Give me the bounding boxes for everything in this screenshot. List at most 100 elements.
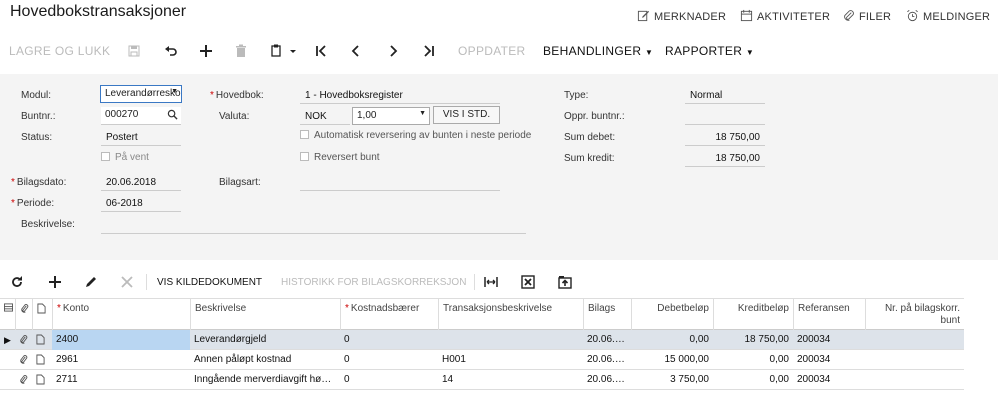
currency-label: Valuta: [219, 111, 250, 122]
currency-code-field[interactable]: NOK [300, 107, 350, 125]
cell-description[interactable]: Annen påløpt kostnad [190, 350, 340, 370]
ledger-label: * Hovedbok: [210, 90, 264, 101]
cell-transaction-description[interactable] [438, 330, 583, 350]
fit-columns-icon[interactable] [484, 275, 498, 289]
cell-reference[interactable]: 200034 [793, 330, 865, 350]
reversed-batch-checkbox[interactable]: Reversert bunt [300, 152, 380, 163]
delete-icon[interactable] [234, 44, 248, 58]
description-field[interactable] [101, 216, 526, 234]
currency-rate-select[interactable]: 1,00 ▼ [352, 107, 430, 125]
column-transaction-description[interactable]: Transaksjonsbeskrivelse [438, 299, 583, 331]
table-row[interactable]: 2711 Inngående merverdiavgift høy sats 0… [0, 370, 964, 390]
first-record-icon[interactable] [314, 44, 328, 58]
cell-cost-center[interactable]: 0 [340, 370, 438, 390]
actions-menu[interactable]: BEHANDLINGER ▼ [543, 44, 653, 58]
checkbox-icon [300, 152, 309, 161]
view-base-button[interactable]: VIS I STD. [433, 106, 500, 124]
cell-description[interactable]: Inngående merverdiavgift høy sats [190, 370, 340, 390]
column-description[interactable]: Beskrivelse [190, 299, 340, 331]
save-close-button[interactable]: LAGRE OG LUKK [9, 44, 110, 58]
previous-record-icon[interactable] [349, 44, 363, 58]
cell-cost-center[interactable]: 0 [340, 350, 438, 370]
main-toolbar: LAGRE OG LUKK OPPDATER BEHANDLINGER ▼ RA… [0, 36, 998, 66]
cell-document[interactable]: 20.06.201 [583, 370, 631, 390]
next-record-icon[interactable] [386, 44, 400, 58]
files-link[interactable]: FILER [842, 9, 891, 25]
ledger-field[interactable]: 1 - Hovedboksregister [300, 86, 500, 104]
attachment-icon[interactable] [15, 370, 32, 390]
notes-link[interactable]: MERKNADER [637, 9, 726, 25]
add-row-icon[interactable] [48, 275, 62, 289]
cell-debit[interactable]: 0,00 [631, 330, 713, 350]
note-icon[interactable] [32, 350, 52, 370]
export-excel-icon[interactable] [521, 275, 535, 289]
cell-transaction-description[interactable]: H001 [438, 350, 583, 370]
delete-row-icon[interactable] [120, 275, 134, 289]
messages-link[interactable]: MELDINGER [906, 9, 990, 25]
on-hold-checkbox[interactable]: På vent [101, 152, 149, 163]
undo-icon[interactable] [164, 44, 178, 58]
column-cost-center[interactable]: * Kostnadsbærer [340, 299, 438, 331]
cell-debit[interactable]: 15 000,00 [631, 350, 713, 370]
module-select[interactable]: Leverandørreskontro ▼ [100, 85, 182, 103]
table-row[interactable]: 2961 Annen påløpt kostnad 0 H001 20.06.2… [0, 350, 964, 370]
correction-history-button[interactable]: HISTORIKK FOR BILAGSKORREKSJON [281, 277, 466, 288]
column-account[interactable]: * Konto [52, 299, 190, 331]
cell-description[interactable]: Leverandørgjeld [190, 330, 340, 350]
doc-type-label: Bilagsart: [219, 177, 261, 188]
row-selector-icon[interactable] [0, 299, 15, 331]
status-label: Status: [21, 132, 53, 143]
attachment-column-icon [15, 299, 32, 331]
debit-total-label: Sum debet: [564, 132, 616, 143]
save-icon[interactable] [127, 44, 141, 58]
search-icon[interactable] [167, 109, 178, 123]
cell-cost-center[interactable]: 0 [340, 330, 438, 350]
activities-link[interactable]: AKTIVITETER [740, 9, 830, 25]
attachment-icon[interactable] [15, 330, 32, 350]
reports-menu[interactable]: RAPPORTER ▼ [665, 44, 754, 58]
batch-number-field[interactable]: 000270 [101, 107, 181, 125]
paperclip-icon [842, 9, 855, 25]
calendar-icon [740, 9, 753, 25]
column-reference[interactable]: Referansen [793, 299, 865, 331]
current-row-arrow-icon: ▶ [4, 335, 11, 345]
cell-document[interactable]: 20.06.201 [583, 350, 631, 370]
cell-credit[interactable]: 0,00 [713, 370, 793, 390]
update-button[interactable]: OPPDATER [458, 44, 526, 58]
period-field[interactable]: 06-2018 [101, 194, 181, 212]
doc-date-field[interactable]: 20.06.2018 [101, 173, 181, 191]
column-correction-batch[interactable]: Nr. på bilagskorr. bunt [865, 299, 964, 331]
column-credit[interactable]: Kreditbeløp [713, 299, 793, 331]
table-row[interactable]: ▶ 2400 Leverandørgjeld 0 20.06.201 0,00 … [0, 330, 964, 350]
note-icon[interactable] [32, 370, 52, 390]
auto-reverse-checkbox[interactable]: Automatisk reversering av bunten i neste… [300, 130, 531, 141]
cell-debit[interactable]: 3 750,00 [631, 370, 713, 390]
view-source-document-button[interactable]: VIS KILDEDOKUMENT [157, 277, 262, 288]
attachment-icon[interactable] [15, 350, 32, 370]
cell-transaction-description[interactable]: 14 [438, 370, 583, 390]
cell-reference[interactable]: 200034 [793, 350, 865, 370]
note-icon[interactable] [32, 330, 52, 350]
cell-account[interactable]: 2400 [52, 330, 190, 350]
refresh-icon[interactable] [10, 275, 24, 289]
add-icon[interactable] [199, 44, 213, 58]
chevron-down-icon: ▼ [171, 88, 178, 95]
column-document[interactable]: Bilags [583, 299, 631, 331]
cell-credit[interactable]: 18 750,00 [713, 330, 793, 350]
cell-reference[interactable]: 200034 [793, 370, 865, 390]
last-record-icon[interactable] [422, 44, 436, 58]
chevron-down-icon: ▼ [419, 110, 426, 117]
cell-account[interactable]: 2961 [52, 350, 190, 370]
module-label: Modul: [21, 90, 52, 101]
cell-credit[interactable]: 0,00 [713, 350, 793, 370]
caret-down-icon: ▼ [745, 48, 755, 57]
copy-paste-icon[interactable] [270, 44, 298, 58]
edit-icon[interactable] [84, 275, 98, 289]
alarm-clock-icon [906, 9, 919, 25]
period-label: * Periode: [11, 198, 55, 209]
cell-document[interactable]: 20.06.201 [583, 330, 631, 350]
upload-icon[interactable] [558, 275, 572, 289]
column-debit[interactable]: Debetbeløp [631, 299, 713, 331]
type-label: Type: [564, 90, 589, 101]
cell-account[interactable]: 2711 [52, 370, 190, 390]
